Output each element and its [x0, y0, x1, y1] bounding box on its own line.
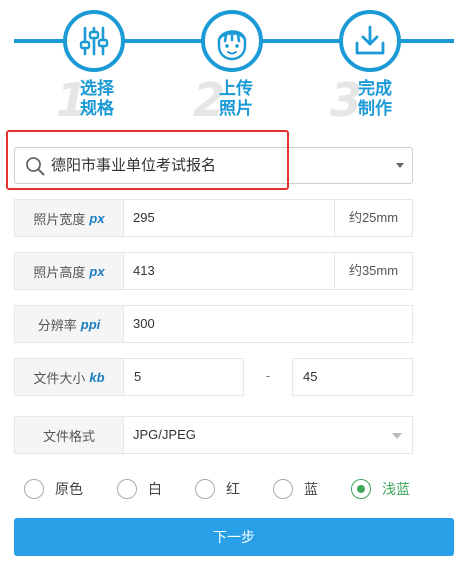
- radio-white[interactable]: 白: [117, 475, 162, 503]
- file-format-row: 文件格式 JPG/JPEG: [14, 416, 413, 454]
- radio-blue-label: 蓝: [304, 481, 318, 497]
- radio-circle: [24, 479, 44, 499]
- file-format-label-text: 文件格式: [42, 428, 95, 444]
- file-size-label-text: 文件大小: [33, 370, 86, 386]
- step-2-label: 上传 照片: [219, 79, 263, 119]
- step-2-label-line1: 上传: [219, 79, 253, 99]
- photo-width-unit: px: [89, 210, 105, 226]
- file-size-max-input[interactable]: 45: [292, 358, 413, 396]
- step-progress: 1 选择 规格 2 上传 照片 3 完成 制作: [0, 0, 464, 128]
- file-size-row: 文件大小 kb 5 - 45: [14, 358, 413, 396]
- file-format-select[interactable]: JPG/JPEG: [124, 416, 413, 454]
- next-step-button[interactable]: 下一步: [14, 518, 454, 556]
- resolution-label-text: 分辨率: [37, 317, 77, 333]
- chevron-down-icon: [392, 433, 402, 439]
- photo-width-label: 照片宽度 px: [14, 199, 124, 237]
- background-color-options: 原色 白 红 蓝 浅蓝: [14, 475, 454, 503]
- radio-blue[interactable]: 蓝: [273, 475, 318, 503]
- photo-height-input[interactable]: 413 约35mm: [124, 252, 413, 290]
- radio-red[interactable]: 红: [195, 475, 240, 503]
- photo-height-unit: px: [89, 263, 105, 279]
- file-size-label: 文件大小 kb: [14, 358, 124, 396]
- radio-white-label: 白: [148, 481, 162, 497]
- step-1-label-line1: 选择: [80, 79, 114, 99]
- step-3-label-line1: 完成: [358, 79, 392, 99]
- file-size-min-value: 5: [134, 369, 142, 384]
- chevron-down-icon: [396, 163, 404, 168]
- file-size-min-input[interactable]: 5: [124, 358, 244, 396]
- radio-original-label: 原色: [55, 481, 83, 497]
- radio-light-blue[interactable]: 浅蓝: [351, 475, 410, 503]
- face-icon: [217, 30, 247, 61]
- search-icon: [26, 157, 45, 176]
- photo-height-value: 413: [133, 263, 155, 278]
- step-3-label: 完成 制作: [358, 79, 402, 119]
- radio-light-blue-label: 浅蓝: [382, 481, 410, 497]
- step-1-label: 选择 规格: [80, 79, 124, 119]
- radio-circle: [273, 479, 293, 499]
- step-1-label-line2: 规格: [80, 99, 114, 119]
- file-format-label: 文件格式: [14, 416, 124, 454]
- resolution-unit: ppi: [80, 316, 101, 332]
- photo-height-row: 照片高度 px 413 约35mm: [14, 252, 413, 290]
- photo-width-label-text: 照片宽度: [33, 211, 86, 227]
- photo-height-label: 照片高度 px: [14, 252, 124, 290]
- resolution-input[interactable]: 300: [124, 305, 413, 343]
- photo-height-label-text: 照片高度: [33, 264, 86, 280]
- step-2-label-line2: 照片: [219, 99, 253, 119]
- photo-width-mm: 约25mm: [334, 200, 412, 236]
- photo-width-row: 照片宽度 px 295 约25mm: [14, 199, 413, 237]
- resolution-row: 分辨率 ppi 300: [14, 305, 413, 343]
- spec-search-value: 德阳市事业单位考试报名: [51, 157, 217, 174]
- photo-height-mm: 约35mm: [334, 253, 412, 289]
- radio-circle: [117, 479, 137, 499]
- photo-width-input[interactable]: 295 约25mm: [124, 199, 413, 237]
- resolution-value: 300: [133, 316, 155, 331]
- file-size-unit: kb: [89, 369, 105, 385]
- step-3-circle: [339, 10, 401, 72]
- step-3-label-line2: 制作: [358, 99, 392, 119]
- spec-search-select[interactable]: 德阳市事业单位考试报名: [14, 147, 413, 184]
- radio-original[interactable]: 原色: [24, 475, 83, 503]
- step-2-circle: [201, 10, 263, 72]
- download-icon: [355, 25, 385, 55]
- radio-circle-checked: [351, 479, 371, 499]
- file-size-max-value: 45: [303, 369, 318, 384]
- file-format-value: JPG/JPEG: [133, 427, 196, 442]
- resolution-label: 分辨率 ppi: [14, 305, 124, 343]
- sliders-icon: [79, 26, 109, 56]
- radio-circle: [195, 479, 215, 499]
- photo-width-value: 295: [133, 210, 155, 225]
- step-1-circle: [63, 10, 125, 72]
- file-size-separator: -: [265, 368, 271, 383]
- radio-red-label: 红: [226, 481, 240, 497]
